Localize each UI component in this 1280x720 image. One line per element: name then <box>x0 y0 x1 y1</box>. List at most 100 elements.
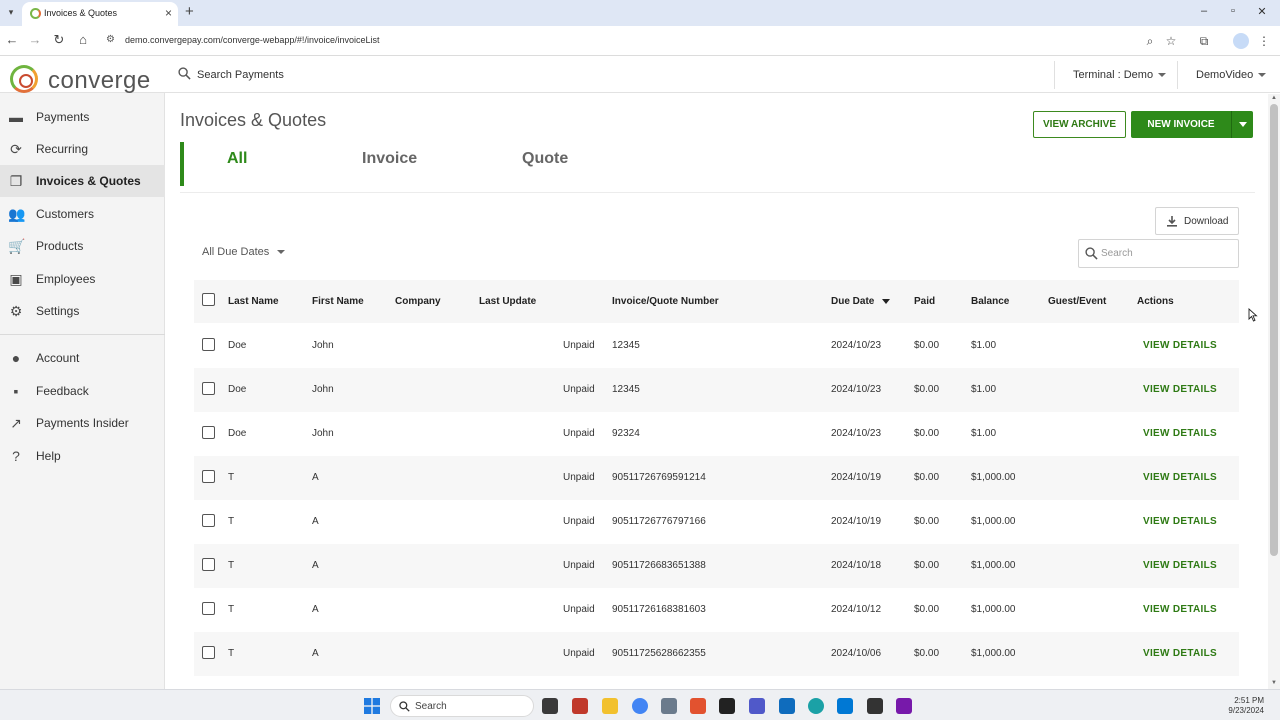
sidebar-item-settings[interactable]: ⚙ Settings <box>0 295 165 327</box>
terminal-dropdown[interactable]: Terminal : Demo <box>1073 69 1167 81</box>
view-details-link[interactable]: VIEW DETAILS <box>1143 472 1217 483</box>
download-button[interactable]: Download <box>1155 207 1239 235</box>
sidebar-item-payments[interactable]: ▬ Payments <box>0 101 165 133</box>
extensions-icon[interactable]: ⧉ <box>1196 33 1212 49</box>
zoom-icon[interactable]: ⌕ <box>1142 33 1158 49</box>
address-bar[interactable]: demo.convergepay.com/converge-webapp/#!/… <box>125 35 379 45</box>
console-icon[interactable] <box>867 698 883 714</box>
row-checkbox[interactable] <box>202 426 215 439</box>
bookmark-star-icon[interactable]: ☆ <box>1163 33 1179 49</box>
cell-paid: $0.00 <box>914 604 940 615</box>
favicon-icon <box>30 8 41 19</box>
table-search-input[interactable] <box>1101 244 1233 263</box>
cell-first-name: John <box>312 384 334 395</box>
row-checkbox[interactable] <box>202 646 215 659</box>
close-tab-icon[interactable]: × <box>165 6 172 20</box>
sidebar-item-products[interactable]: 🛒 Products <box>0 230 165 262</box>
row-checkbox[interactable] <box>202 338 215 351</box>
home-icon[interactable]: ⌂ <box>75 32 91 48</box>
store-app-icon[interactable] <box>572 698 588 714</box>
scrollbar-thumb[interactable] <box>1270 104 1278 556</box>
settings-app-icon[interactable] <box>661 698 677 714</box>
page-scrollbar[interactable]: ▲ ▼ <box>1268 94 1280 689</box>
view-details-link[interactable]: VIEW DETAILS <box>1143 648 1217 659</box>
cell-first-name: John <box>312 428 334 439</box>
profile-avatar-icon[interactable] <box>1233 33 1249 49</box>
site-info-icon[interactable]: ⚙ <box>106 34 115 45</box>
tab-invoice[interactable]: Invoice <box>362 150 417 168</box>
column-invoice-number[interactable]: Invoice/Quote Number <box>612 296 719 307</box>
cell-paid: $0.00 <box>914 516 940 527</box>
new-tab-icon[interactable]: + <box>185 3 194 20</box>
column-balance[interactable]: Balance <box>971 296 1009 307</box>
outlook-icon[interactable] <box>779 698 795 714</box>
select-all-checkbox[interactable] <box>202 293 215 306</box>
tab-all[interactable]: All <box>227 150 247 168</box>
due-date-filter-dropdown[interactable]: All Due Dates <box>202 246 286 258</box>
close-window-icon[interactable]: ✕ <box>1255 5 1269 18</box>
sidebar-item-help[interactable]: ? Help <box>0 440 165 472</box>
column-company[interactable]: Company <box>395 296 441 307</box>
view-details-link[interactable]: VIEW DETAILS <box>1143 604 1217 615</box>
sidebar-item-employees[interactable]: ▣ Employees <box>0 263 165 295</box>
teams-icon[interactable] <box>749 698 765 714</box>
reload-icon[interactable]: ↻ <box>51 32 67 48</box>
sidebar-item-payments-insider[interactable]: ↗ Payments Insider <box>0 407 165 439</box>
taskbar-search[interactable]: Search <box>390 695 534 717</box>
browser-menu-icon[interactable]: ⋮ <box>1256 33 1272 49</box>
user-dropdown[interactable]: DemoVideo <box>1196 69 1267 81</box>
restore-icon[interactable]: ▫ <box>1226 5 1240 17</box>
system-clock[interactable]: 2:51 PM 9/23/2024 <box>1228 696 1264 716</box>
row-checkbox[interactable] <box>202 514 215 527</box>
view-details-link[interactable]: VIEW DETAILS <box>1143 428 1217 439</box>
sidebar-item-recurring[interactable]: ⟳ Recurring <box>0 133 165 165</box>
terminal-app-icon[interactable] <box>719 698 735 714</box>
cell-paid: $0.00 <box>914 560 940 571</box>
credit-card-icon: ▬ <box>9 109 23 125</box>
file-explorer-icon[interactable] <box>602 698 618 714</box>
chevron-down-icon <box>277 250 286 255</box>
sidebar-item-feedback[interactable]: ▪ Feedback <box>0 375 165 407</box>
search-payments-input[interactable]: Search Payments <box>197 69 284 81</box>
cell-balance: $1.00 <box>971 428 997 439</box>
row-checkbox[interactable] <box>202 382 215 395</box>
view-archive-button[interactable]: VIEW ARCHIVE <box>1033 111 1126 138</box>
tab-quote[interactable]: Quote <box>522 150 568 168</box>
vscode-icon[interactable] <box>837 698 853 714</box>
onenote-icon[interactable] <box>896 698 912 714</box>
new-invoice-button[interactable]: NEW INVOICE <box>1131 111 1231 138</box>
view-details-link[interactable]: VIEW DETAILS <box>1143 560 1217 571</box>
column-first-name[interactable]: First Name <box>312 296 364 307</box>
view-details-link[interactable]: VIEW DETAILS <box>1143 340 1217 351</box>
sidebar-item-customers[interactable]: 👥 Customers <box>0 198 165 230</box>
scroll-down-icon[interactable]: ▼ <box>1270 680 1278 686</box>
column-last-update[interactable]: Last Update <box>479 296 536 307</box>
sidebar-item-invoices-quotes[interactable]: ❐ Invoices & Quotes <box>0 165 165 197</box>
converge-logo[interactable]: converge <box>10 63 155 95</box>
task-view-icon[interactable] <box>542 698 558 714</box>
view-details-link[interactable]: VIEW DETAILS <box>1143 384 1217 395</box>
new-invoice-dropdown-button[interactable] <box>1231 111 1253 138</box>
row-checkbox[interactable] <box>202 602 215 615</box>
column-guest-event[interactable]: Guest/Event <box>1048 296 1106 307</box>
edge-icon[interactable] <box>808 698 824 714</box>
column-last-name[interactable]: Last Name <box>228 296 279 307</box>
browser-tab[interactable]: Invoices & Quotes × <box>22 2 178 26</box>
sidebar-item-account[interactable]: ● Account <box>0 342 165 374</box>
column-due-date[interactable]: Due Date <box>831 296 891 307</box>
tab-search-icon[interactable]: ▾ <box>4 5 18 19</box>
view-details-link[interactable]: VIEW DETAILS <box>1143 516 1217 527</box>
column-paid[interactable]: Paid <box>914 296 935 307</box>
back-icon[interactable]: ← <box>4 32 20 48</box>
cell-last-name: T <box>228 516 235 527</box>
app-icon[interactable] <box>690 698 706 714</box>
row-checkbox[interactable] <box>202 558 215 571</box>
people-icon: 👥 <box>8 206 26 222</box>
cell-invoice-number: 90511726769591214 <box>612 472 706 483</box>
scroll-up-icon[interactable]: ▲ <box>1270 95 1278 101</box>
minimize-icon[interactable]: – <box>1197 5 1211 17</box>
windows-start-icon[interactable] <box>364 698 380 714</box>
row-checkbox[interactable] <box>202 470 215 483</box>
forward-icon[interactable]: → <box>27 32 43 48</box>
chrome-icon[interactable] <box>632 698 648 714</box>
